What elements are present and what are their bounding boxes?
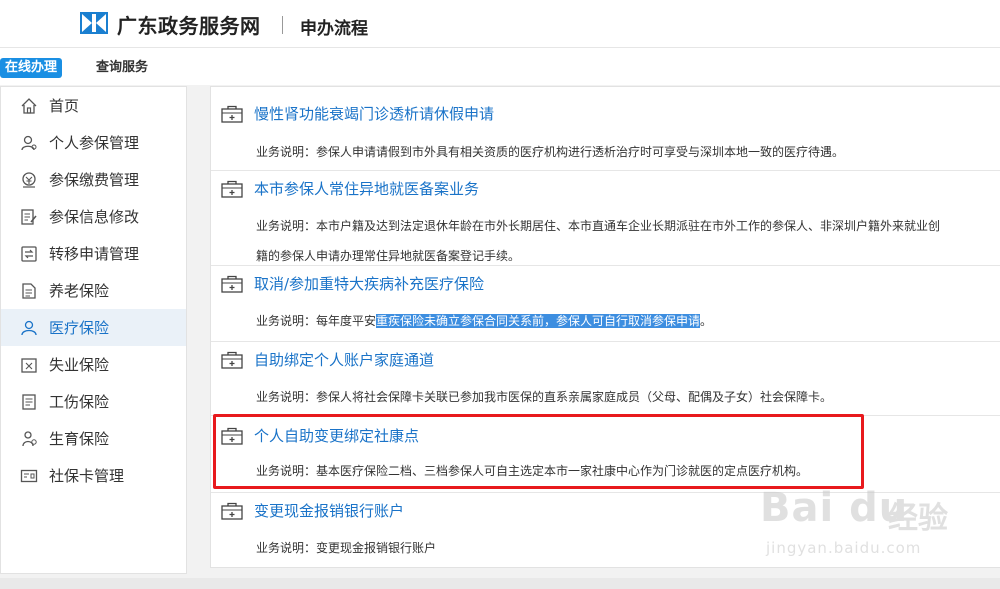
edit-doc-icon: [21, 209, 37, 225]
sidebar-item-label: 转移申请管理: [49, 245, 140, 263]
home-icon: [21, 98, 37, 114]
site-logo-icon[interactable]: [80, 12, 108, 34]
sidebar-item-maternity[interactable]: 生育保险: [1, 420, 186, 457]
sidebar-item-social-card[interactable]: 社保卡管理: [1, 457, 186, 494]
person-icon: [22, 431, 37, 447]
tab-bar: 在线办理 查询服务: [0, 48, 1000, 85]
medical-kit-icon: [221, 180, 243, 198]
sidebar-item-label: 首页: [49, 97, 80, 115]
divider: [211, 265, 1000, 266]
watermark-url: jingyan.baidu.com: [766, 539, 922, 557]
document-icon: [22, 283, 36, 299]
sidebar-item-label: 参保信息修改: [49, 208, 140, 226]
baidu-watermark: Bai du 经验 jingyan.baidu.com: [760, 485, 1000, 565]
payment-icon: [22, 172, 36, 188]
service-title-link[interactable]: 慢性肾功能衰竭门诊透析请休假申请: [254, 103, 494, 124]
medical-kit-icon: [221, 502, 243, 520]
page-bottom-strip: [0, 578, 1000, 589]
sidebar-item-pension[interactable]: 养老保险: [1, 272, 186, 309]
divider: [211, 170, 1000, 171]
person-icon: [21, 320, 37, 336]
document-icon: [22, 394, 36, 410]
desc-suffix: 。: [700, 314, 713, 328]
sidebar-item-transfer[interactable]: 转移申请管理: [1, 235, 186, 272]
sidebar: 首页 个人参保管理 参保缴费管理 参保信息修改 转移申请管理 养老保险 医疗保险…: [0, 86, 187, 574]
sidebar-item-label: 参保缴费管理: [49, 171, 140, 189]
service-title-link[interactable]: 自助绑定个人账户家庭通道: [254, 349, 434, 370]
header-divider: [282, 16, 283, 34]
sidebar-item-label: 个人参保管理: [49, 134, 140, 152]
card-icon: [20, 469, 38, 483]
tab-query-service[interactable]: 查询服务: [96, 58, 148, 78]
sidebar-item-label: 社保卡管理: [49, 467, 125, 485]
service-title-link[interactable]: 取消/参加重特大疾病补充医疗保险: [254, 273, 484, 294]
watermark-text: 经验: [888, 501, 948, 536]
service-description: 业务说明：参保人申请请假到市外具有相关资质的医疗机构进行透析治疗时可享受与深圳本…: [256, 145, 845, 159]
medical-kit-icon: [221, 105, 243, 123]
sidebar-item-unemployment[interactable]: 失业保险: [1, 346, 186, 383]
tab-online-handling[interactable]: 在线办理: [0, 58, 63, 78]
selected-text[interactable]: 重疾保险未确立参保合同关系前，参保人可自行取消参保申请: [376, 314, 701, 328]
divider: [211, 341, 1000, 342]
service-title-link[interactable]: 变更现金报销银行账户: [254, 500, 404, 521]
medical-kit-icon: [221, 275, 243, 293]
watermark-logo: Bai du: [760, 485, 909, 531]
page-title: 申办流程: [300, 19, 368, 39]
sidebar-item-medical[interactable]: 医疗保险: [1, 309, 186, 346]
sidebar-item-label: 医疗保险: [49, 319, 110, 337]
top-header: 广东政务服务网 申办流程: [0, 0, 1000, 48]
site-name[interactable]: 广东政务服务网: [117, 10, 261, 39]
sidebar-item-work-injury[interactable]: 工伤保险: [1, 383, 186, 420]
service-description: 业务说明：每年度平安重疾保险未确立参保合同关系前，参保人可自行取消参保申请。: [256, 308, 1000, 334]
service-title-link[interactable]: 本市参保人常住异地就医备案业务: [254, 178, 479, 199]
sidebar-item-personal-insurance[interactable]: 个人参保管理: [1, 124, 186, 161]
service-description: 业务说明：本市户籍及达到法定退休年龄在市外长期居住、本市直通车企业长期派驻在市外…: [256, 219, 941, 233]
desc-prefix: 业务说明：每年度平安: [256, 314, 377, 328]
sidebar-item-label: 工伤保险: [49, 393, 110, 411]
sidebar-item-label: 生育保险: [49, 430, 110, 448]
sidebar-item-label: 养老保险: [49, 282, 110, 300]
unemployment-icon: [21, 358, 37, 373]
sidebar-item-payment[interactable]: 参保缴费管理: [1, 161, 186, 198]
sidebar-item-home[interactable]: 首页: [1, 87, 186, 124]
sidebar-item-info-edit[interactable]: 参保信息修改: [1, 198, 186, 235]
service-description: 业务说明：参保人将社会保障卡关联已参加我市医保的直系亲属家庭成员（父母、配偶及子…: [256, 390, 833, 404]
medical-kit-icon: [221, 351, 243, 369]
transfer-icon: [21, 246, 37, 262]
person-icon: [21, 135, 37, 151]
highlight-annotation-box: [213, 414, 864, 489]
sidebar-item-label: 失业保险: [49, 356, 110, 374]
